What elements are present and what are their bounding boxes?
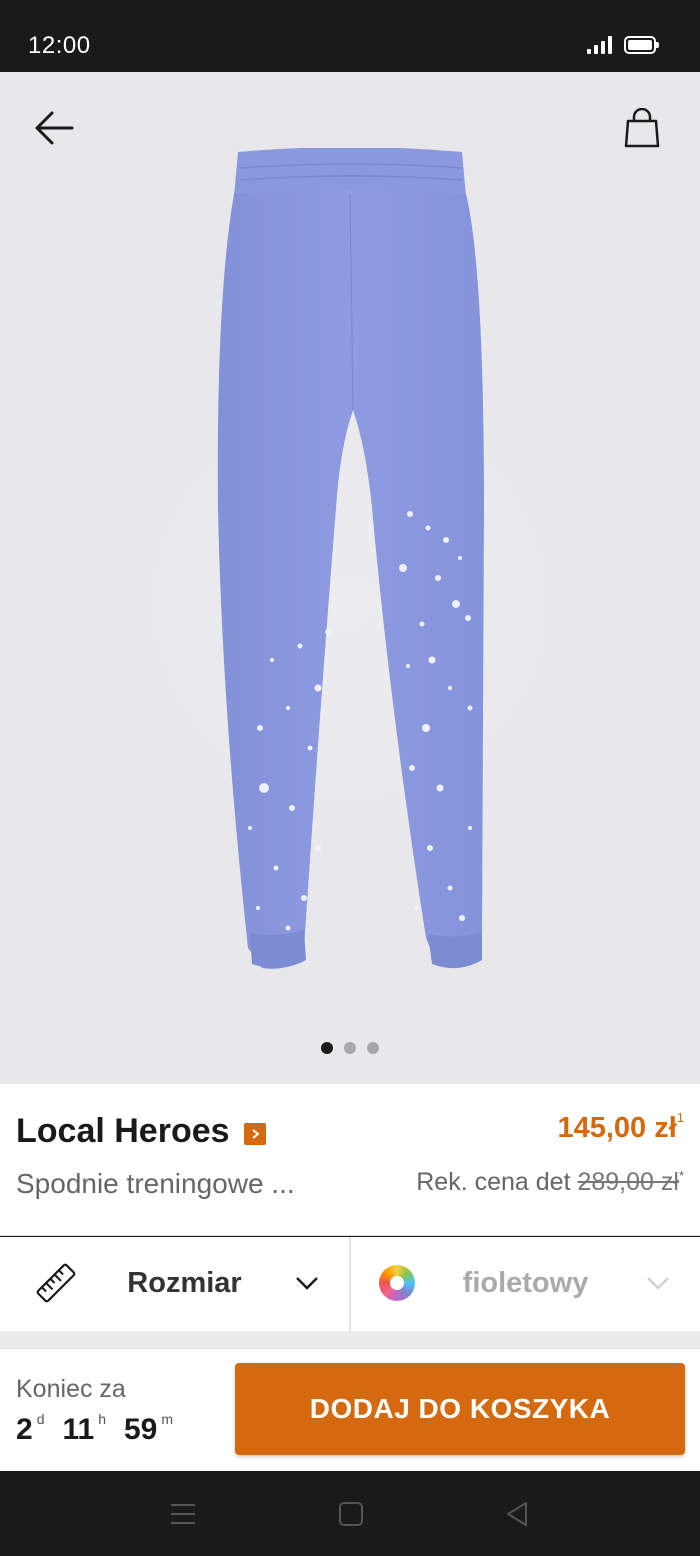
pagination-dot-active[interactable] (321, 1042, 333, 1054)
menu-lines-icon (171, 1504, 195, 1524)
brand-arrow-icon (243, 1122, 266, 1145)
countdown-label: Koniec za (16, 1375, 126, 1403)
shopping-bag-button[interactable] (618, 102, 666, 154)
product-image[interactable] (200, 148, 500, 978)
price-footnote: 1 (676, 1110, 684, 1125)
section-divider (0, 1331, 700, 1348)
color-selector[interactable]: fioletowy (351, 1237, 700, 1331)
bottom-action-bar: Koniec za 2d 11 h 59 m DODAJ DO KOSZYKA (0, 1348, 700, 1471)
product-name: Spodnie treningowe ... (16, 1168, 295, 1199)
back-triangle-icon (507, 1502, 527, 1526)
size-selector[interactable]: Rozmiar (0, 1237, 351, 1331)
back-arrow-icon (35, 111, 74, 145)
chevron-down-icon (296, 1277, 318, 1290)
countdown-days: 2d (16, 1411, 45, 1446)
brand-name: Local Heroes (16, 1112, 230, 1150)
rrp-value: 289,00 zł (577, 1168, 679, 1196)
countdown-hours: 11 h (62, 1411, 106, 1446)
shopping-bag-icon (624, 108, 660, 148)
system-back-button[interactable] (502, 1499, 532, 1529)
home-square-icon (339, 1502, 363, 1526)
chevron-down-icon (647, 1277, 669, 1290)
battery-icon (624, 36, 659, 54)
rrp-footnote: * (678, 1168, 684, 1183)
pagination-dot[interactable] (367, 1042, 379, 1054)
gallery-pagination (0, 1042, 700, 1054)
brand-link[interactable]: Local Heroes (16, 1112, 266, 1151)
back-button[interactable] (28, 104, 80, 152)
rrp-label: Rek. cena det (416, 1168, 571, 1196)
countdown-timer: 2d 11 h 59 m (16, 1411, 174, 1447)
status-icons (587, 36, 659, 54)
product-gallery[interactable] (0, 72, 700, 1084)
recommended-price: Rek. cena det 289,00 zł* (416, 1168, 684, 1197)
home-button[interactable] (336, 1499, 366, 1529)
add-to-cart-button[interactable]: DODAJ DO KOSZYKA (235, 1363, 685, 1455)
pagination-dot[interactable] (344, 1042, 356, 1054)
system-nav-bar (0, 1471, 700, 1556)
product-price: 145,00 zł1 (557, 1110, 684, 1145)
product-info: Local Heroes Spodnie treningowe ... 145,… (0, 1084, 700, 1236)
countdown-minutes: 59 m (124, 1411, 174, 1446)
status-bar: 12:00 (0, 0, 700, 72)
recent-apps-button[interactable] (168, 1499, 198, 1529)
price-value: 145,00 zł (557, 1112, 677, 1144)
signal-icon (587, 36, 612, 54)
variant-selectors: Rozmiar fioletowy (0, 1237, 700, 1331)
status-time: 12:00 (28, 32, 91, 59)
